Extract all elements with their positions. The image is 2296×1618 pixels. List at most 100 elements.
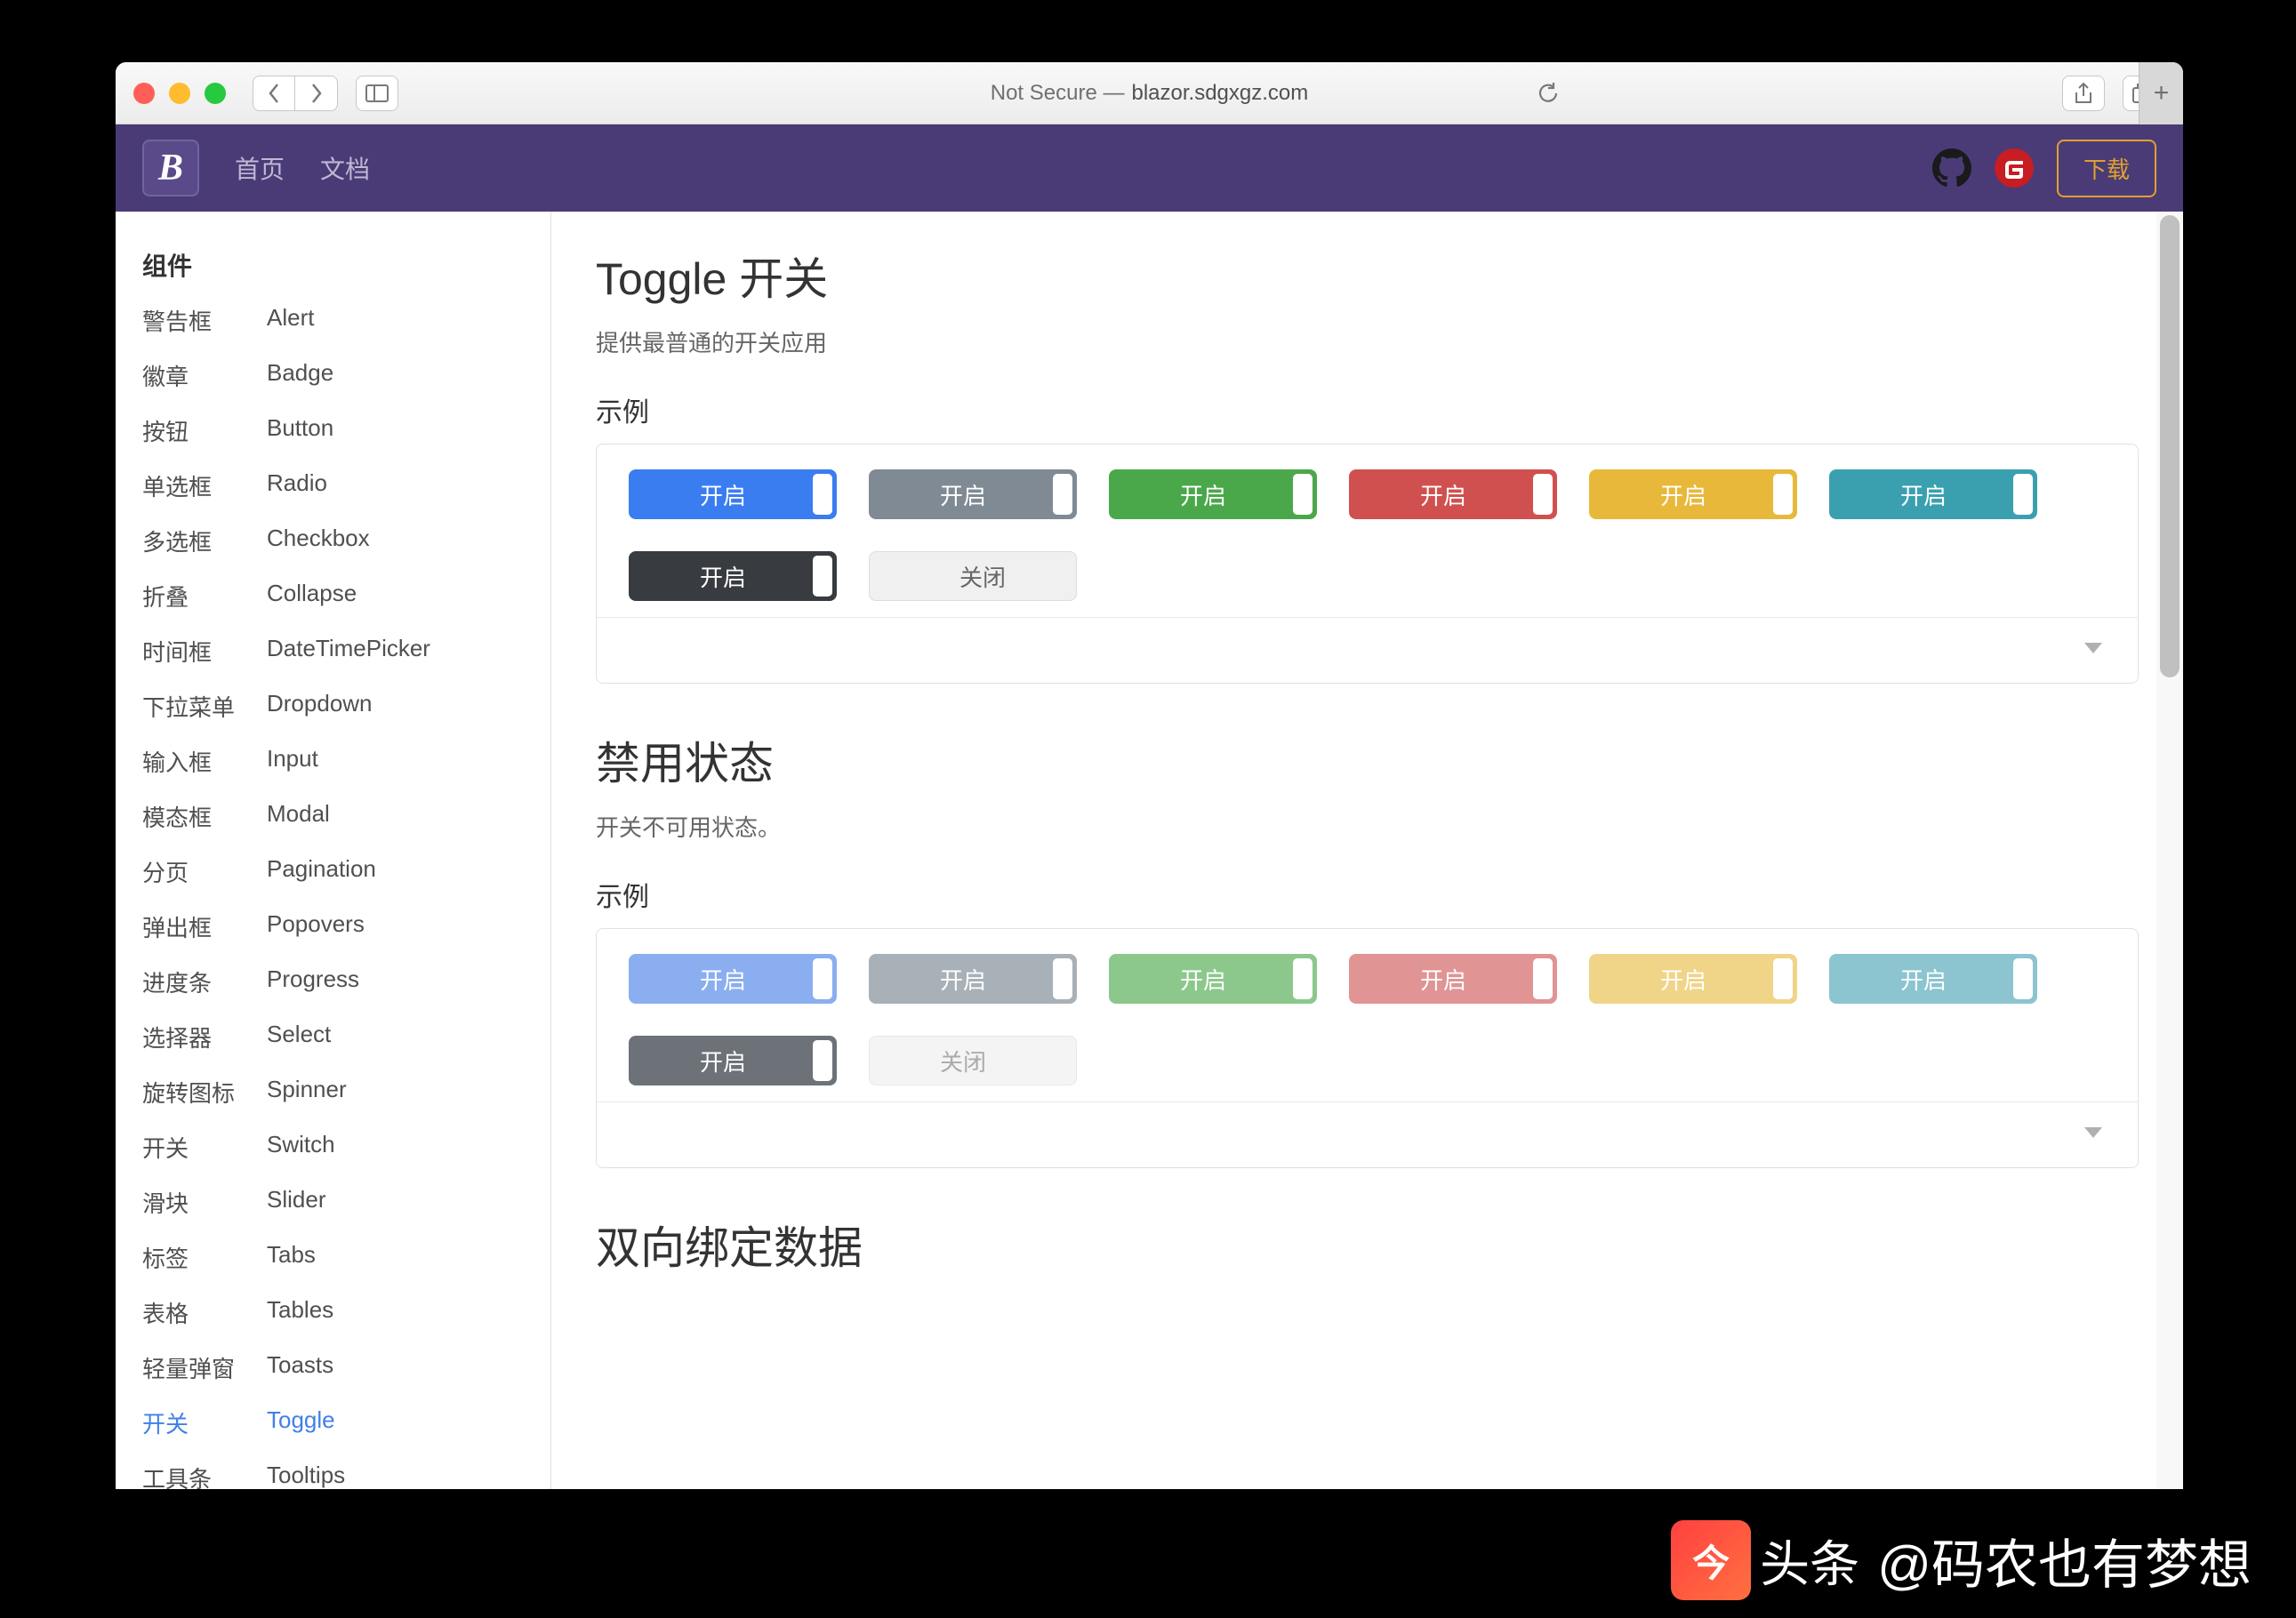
- window-controls: [133, 83, 226, 104]
- sidebar-item-zh[interactable]: 标签: [142, 1241, 267, 1274]
- toggle-info[interactable]: 开启: [1829, 469, 2037, 519]
- sidebar-item-en[interactable]: Progress: [267, 965, 524, 998]
- sidebar-item-en[interactable]: Select: [267, 1021, 524, 1053]
- sidebar-item-zh[interactable]: 警告框: [142, 304, 267, 337]
- sidebar-item-en[interactable]: Dropdown: [267, 690, 524, 723]
- nav-buttons: [253, 76, 338, 111]
- example-heading: 示例: [596, 390, 2139, 429]
- toggle-dark[interactable]: 开启: [629, 551, 837, 601]
- browser-titlebar: Not Secure — blazor.sdgxgz.com +: [116, 62, 2183, 124]
- sidebar-item-zh[interactable]: 滑块: [142, 1186, 267, 1219]
- sidebar-item-en[interactable]: Tables: [267, 1296, 524, 1329]
- toggle-dark-disabled: 开启: [629, 1036, 837, 1085]
- sidebar-item-en[interactable]: Switch: [267, 1131, 524, 1164]
- sidebar-item-en[interactable]: Tabs: [267, 1241, 524, 1274]
- toggle-knob: [813, 474, 832, 515]
- share-button[interactable]: [2062, 76, 2105, 111]
- toggle-primary-disabled: 开启: [629, 954, 837, 1004]
- sidebar-item-en[interactable]: Spinner: [267, 1076, 524, 1109]
- download-button[interactable]: 下载: [2057, 140, 2156, 197]
- watermark: 今 头条 @码农也有梦想: [1671, 1520, 2252, 1600]
- sidebar-item-zh[interactable]: 弹出框: [142, 910, 267, 943]
- sidebar-item-zh[interactable]: 时间框: [142, 635, 267, 668]
- new-tab-button[interactable]: +: [2139, 62, 2183, 124]
- address-bar[interactable]: Not Secure — blazor.sdgxgz.com: [991, 81, 1309, 106]
- sidebar-item-zh[interactable]: 开关: [142, 1406, 267, 1439]
- example-heading-2: 示例: [596, 875, 2139, 914]
- sidebar-item-zh[interactable]: 旋转图标: [142, 1076, 267, 1109]
- sidebar-item-zh[interactable]: 徽章: [142, 359, 267, 392]
- minimize-icon[interactable]: [169, 83, 190, 104]
- sidebar-item-en[interactable]: Input: [267, 745, 524, 778]
- sidebar-item-en[interactable]: Slider: [267, 1186, 524, 1219]
- scrollbar[interactable]: [2156, 212, 2183, 1489]
- toggle-primary[interactable]: 开启: [629, 469, 837, 519]
- sidebar-item-en[interactable]: Tooltips: [267, 1462, 524, 1489]
- nav-home[interactable]: 首页: [235, 150, 285, 186]
- page-subtitle: 提供最普通的开关应用: [596, 325, 2139, 358]
- sidebar-item-en[interactable]: Popovers: [267, 910, 524, 943]
- site-header: B 首页 文档 下载: [116, 124, 2183, 212]
- sidebar-item-zh[interactable]: 进度条: [142, 965, 267, 998]
- sidebar-item-en[interactable]: Badge: [267, 359, 524, 392]
- sidebar-item-en[interactable]: Pagination: [267, 855, 524, 888]
- toggle-off[interactable]: 关闭: [869, 551, 1077, 601]
- sidebar-item-zh[interactable]: 表格: [142, 1296, 267, 1329]
- toggle-knob: [1533, 958, 1553, 999]
- toggle-knob: [1053, 958, 1072, 999]
- sidebar-item-zh[interactable]: 输入框: [142, 745, 267, 778]
- sidebar-button[interactable]: [356, 76, 398, 111]
- reload-button[interactable]: [1532, 77, 1564, 109]
- close-icon[interactable]: [133, 83, 155, 104]
- site-logo[interactable]: B: [142, 140, 199, 196]
- toggle-danger-disabled: 开启: [1349, 954, 1557, 1004]
- sidebar: 组件 警告框Alert徽章Badge按钮Button单选框Radio多选框Che…: [116, 212, 551, 1489]
- toggle-knob: [813, 556, 832, 597]
- section-title-disabled: 禁用状态: [596, 728, 2139, 792]
- sidebar-item-zh[interactable]: 按钮: [142, 414, 267, 447]
- toggle-warning-disabled: 开启: [1589, 954, 1797, 1004]
- github-icon[interactable]: [1932, 148, 1971, 188]
- toggle-knob: [1053, 474, 1072, 515]
- toggle-danger[interactable]: 开启: [1349, 469, 1557, 519]
- section-subtitle-disabled: 开关不可用状态。: [596, 810, 2139, 843]
- toggle-knob: [813, 958, 832, 999]
- nav-docs[interactable]: 文档: [320, 150, 370, 186]
- forward-button[interactable]: [295, 76, 338, 111]
- toggle-off-disabled: 关闭: [869, 1036, 1077, 1085]
- gitee-icon[interactable]: [1995, 148, 2034, 188]
- sidebar-item-zh[interactable]: 开关: [142, 1131, 267, 1164]
- sidebar-item-zh[interactable]: 单选框: [142, 469, 267, 502]
- sidebar-item-en[interactable]: Collapse: [267, 580, 524, 613]
- sidebar-item-zh[interactable]: 折叠: [142, 580, 267, 613]
- toggle-success[interactable]: 开启: [1109, 469, 1317, 519]
- toggle-knob: [2013, 474, 2033, 515]
- maximize-icon[interactable]: [205, 83, 226, 104]
- sidebar-item-zh[interactable]: 选择器: [142, 1021, 267, 1053]
- sidebar-item-zh[interactable]: 下拉菜单: [142, 690, 267, 723]
- sidebar-item-zh[interactable]: 轻量弹窗: [142, 1351, 267, 1384]
- sidebar-item-zh[interactable]: 分页: [142, 855, 267, 888]
- sidebar-item-en[interactable]: Button: [267, 414, 524, 447]
- toggle-success-disabled: 开启: [1109, 954, 1317, 1004]
- sidebar-item-zh[interactable]: 工具条: [142, 1462, 267, 1489]
- sidebar-item-en[interactable]: Modal: [267, 800, 524, 833]
- sidebar-item-en[interactable]: Radio: [267, 469, 524, 502]
- sidebar-item-en[interactable]: Checkbox: [267, 525, 524, 557]
- toggle-secondary[interactable]: 开启: [869, 469, 1077, 519]
- sidebar-item-en[interactable]: Toasts: [267, 1351, 524, 1384]
- scrollbar-thumb[interactable]: [2160, 215, 2180, 677]
- sidebar-item-en[interactable]: DateTimePicker: [267, 635, 524, 668]
- example-card-disabled: 开启 开启 开启 开启 开启 开启 开启 关闭: [596, 928, 2139, 1168]
- watermark-author: @码农也有梦想: [1877, 1522, 2252, 1599]
- sidebar-item-en[interactable]: Toggle: [267, 1406, 524, 1439]
- card-expand-button[interactable]: [597, 1101, 2138, 1167]
- header-nav: 首页 文档: [235, 150, 370, 186]
- sidebar-item-en[interactable]: Alert: [267, 304, 524, 337]
- card-expand-button[interactable]: [597, 617, 2138, 683]
- back-button[interactable]: [253, 76, 295, 111]
- toggle-knob: [1773, 958, 1793, 999]
- sidebar-item-zh[interactable]: 模态框: [142, 800, 267, 833]
- toggle-warning[interactable]: 开启: [1589, 469, 1797, 519]
- sidebar-item-zh[interactable]: 多选框: [142, 525, 267, 557]
